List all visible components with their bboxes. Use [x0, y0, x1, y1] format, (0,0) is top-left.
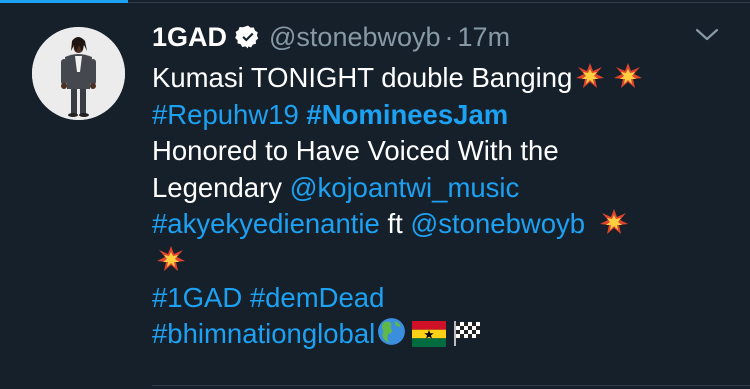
bottom-divider [152, 385, 750, 386]
globe-americas-emoji-icon [376, 316, 407, 357]
avatar-image [32, 27, 125, 120]
ghana-flag-emoji-icon [412, 320, 447, 357]
tweet-text: Kumasi TONIGHT double Banging #Repuhw19 … [152, 60, 722, 353]
tweet-line-7: #1GAD #demDead [152, 280, 722, 317]
mention-link[interactable]: @kojoantwi_music [290, 172, 520, 203]
tweet-line-4: Legendary @kojoantwi_music [152, 170, 722, 207]
tweet-line-2: #Repuhw19 #NomineesJam [152, 97, 722, 134]
hashtag-link[interactable]: #NomineesJam [306, 99, 508, 130]
collision-emoji-icon [156, 244, 186, 284]
tweet-card[interactable]: 1GAD @stonebwoyb · 17m Kumasi TONIGHT do… [0, 0, 750, 389]
chevron-down-icon[interactable] [694, 26, 720, 44]
tweet-line-8: #bhimnationglobal [152, 316, 722, 353]
hashtag-link[interactable]: #1GAD [152, 282, 242, 313]
separator-dot: · [444, 21, 454, 52]
checkered-flag-emoji-icon [452, 319, 482, 357]
collision-emoji-icon [599, 207, 629, 247]
tweet-line-1: Kumasi TONIGHT double Banging [152, 60, 722, 97]
hashtag-link[interactable]: #demDead [250, 282, 385, 313]
tweet-line-6 [152, 243, 722, 280]
hashtag-link[interactable]: #bhimnationglobal [152, 318, 375, 349]
hashtag-link[interactable]: #Repuhw19 [152, 99, 299, 130]
text-segment: ft [379, 208, 411, 240]
avatar[interactable] [32, 27, 125, 120]
verified-badge-icon [235, 24, 261, 50]
text-segment: Kumasi TONIGHT double Banging [152, 62, 573, 93]
collision-emoji-icon [613, 61, 643, 101]
tweet-line-3: Honored to Have Voiced With the [152, 133, 722, 170]
tweet-line-5: #akyekyedienantie ft @stonebwoyb [152, 206, 722, 243]
tweet-header: 1GAD @stonebwoyb · 17m [152, 14, 722, 60]
tweet-timestamp[interactable]: 17m [458, 22, 511, 53]
user-handle[interactable]: @stonebwoyb [269, 22, 441, 53]
text-segment: Honored to Have Voiced With the [152, 135, 559, 167]
hashtag-link[interactable]: #akyekyedienantie [152, 208, 380, 239]
mention-link[interactable]: @stonebwoyb [410, 208, 585, 239]
collision-emoji-icon [575, 61, 605, 101]
tweet-content: 1GAD @stonebwoyb · 17m Kumasi TONIGHT do… [152, 14, 722, 353]
text-segment: Legendary [152, 171, 290, 203]
display-name[interactable]: 1GAD [152, 22, 227, 53]
